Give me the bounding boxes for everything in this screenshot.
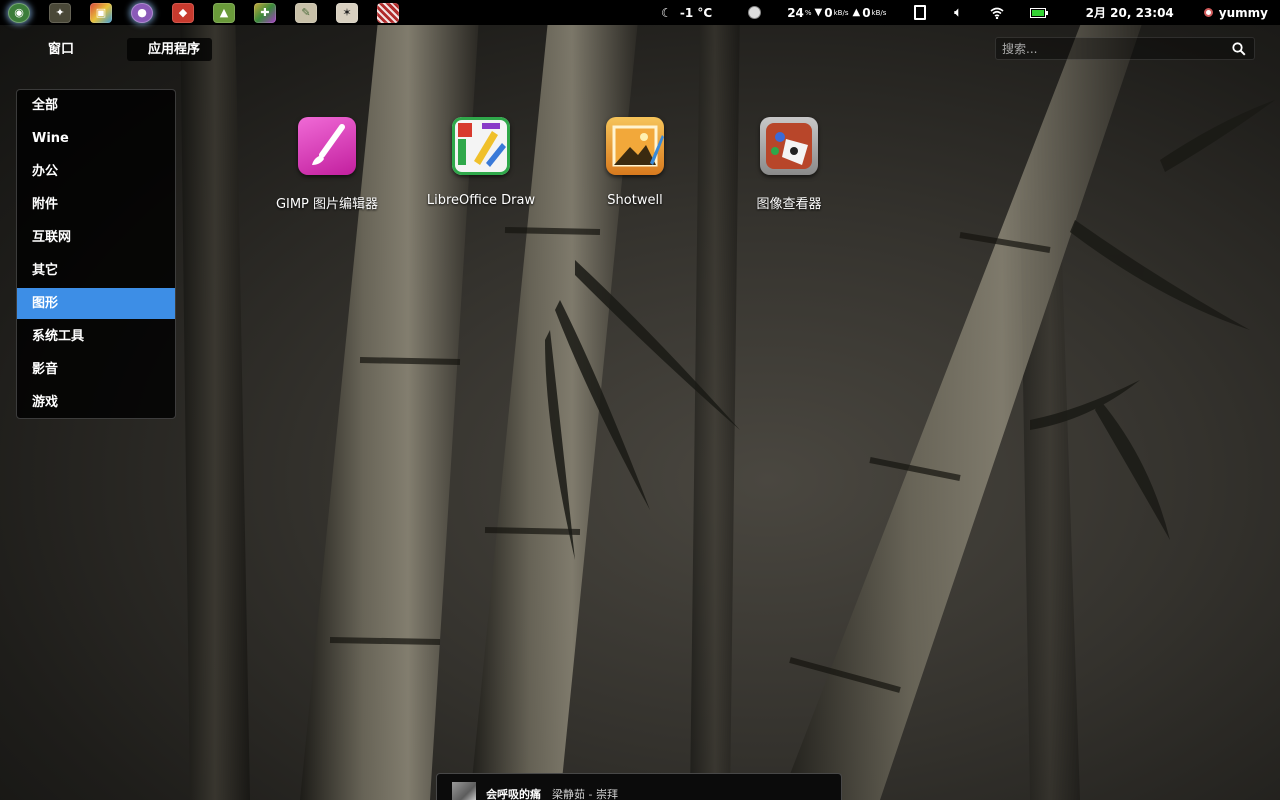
pinwheel-icon[interactable]: ✚ — [254, 2, 276, 23]
song-title: 会呼吸的痛 — [486, 788, 541, 800]
app-label: GIMP 图片编辑器 — [275, 197, 379, 212]
top-panel: ◉ ✦ ▣ ● ◆ ▲ ✚ ✎ ✶ ☾ -1 °C 24% ▼ 0 kB/s ▲ … — [0, 0, 1280, 25]
category-wine[interactable]: Wine — [17, 123, 175, 154]
app-grid: GIMP 图片编辑器 LibreOffice Draw Shotwell 图像查… — [250, 117, 866, 217]
view-selector: 窗口 应用程序 — [38, 38, 213, 61]
battery-icon[interactable] — [1029, 7, 1048, 18]
category-office[interactable]: 办公 — [17, 156, 175, 187]
download-arrow-icon: ▼ — [814, 7, 823, 18]
search-icon[interactable] — [1232, 41, 1246, 56]
cpu-percent: 24 — [787, 5, 804, 20]
angry-birds-icon[interactable]: ◆ — [172, 2, 194, 23]
category-system-tools[interactable]: 系统工具 — [17, 321, 175, 352]
status-area: ☾ -1 °C 24% ▼ 0 kB/s ▲ 0 kB/s 🔈︎ 2月 20, 23… — [661, 0, 1280, 25]
app-gimp[interactable]: GIMP 图片编辑器 — [250, 117, 404, 217]
app-libreoffice-draw[interactable]: LibreOffice Draw — [404, 117, 558, 217]
zebra-icon[interactable] — [377, 2, 399, 23]
image-viewer-icon — [760, 117, 818, 175]
clock[interactable]: 2月 20, 23:04 — [1086, 4, 1174, 21]
category-accessories[interactable]: 附件 — [17, 189, 175, 220]
search-input[interactable] — [995, 40, 1229, 57]
upload-speed-unit: kB/s — [871, 8, 887, 17]
cpu-indicator[interactable] — [748, 6, 762, 19]
gimp-brush-icon — [298, 117, 356, 175]
moon-icon: ☾ — [661, 5, 672, 20]
tab-applications[interactable]: 应用程序 — [127, 38, 213, 61]
category-all[interactable]: 全部 — [17, 90, 175, 121]
search-box — [995, 37, 1255, 60]
wifi-icon[interactable] — [990, 7, 1004, 19]
network-speed-indicator[interactable]: 24% ▼ 0 kB/s ▲ 0 kB/s — [787, 6, 886, 20]
tab-windows[interactable]: 窗口 — [38, 38, 84, 61]
category-list: 全部 Wine 办公 附件 互联网 其它 图形 系统工具 影音 游戏 — [16, 89, 176, 419]
scanner-icon[interactable]: ✦ — [49, 2, 71, 23]
launcher-dock: ◉ ✦ ▣ ● ◆ ▲ ✚ ✎ ✶ — [0, 0, 418, 25]
category-other[interactable]: 其它 — [17, 255, 175, 286]
category-games[interactable]: 游戏 — [17, 387, 175, 418]
clipboard-icon[interactable] — [914, 5, 927, 20]
script-icon[interactable]: ✎ — [295, 2, 317, 23]
app-shotwell[interactable]: Shotwell — [558, 117, 712, 217]
song-artist-album: 梁静茹 - 崇拜 — [552, 788, 618, 800]
user-avatar-icon — [1203, 8, 1213, 17]
music-notification[interactable]: 会呼吸的痛 梁静茹 - 崇拜 — [436, 773, 842, 800]
upload-speed: 0 — [862, 5, 871, 20]
category-graphics[interactable]: 图形 — [17, 288, 175, 319]
martial-arts-game-icon[interactable]: ✶ — [336, 2, 358, 23]
app-image-viewer[interactable]: 图像查看器 — [712, 117, 866, 217]
android-tool-icon[interactable]: ▲ — [213, 2, 235, 23]
weather-indicator[interactable]: ☾ -1 °C — [661, 6, 712, 20]
cpu-gauge-icon — [748, 6, 762, 19]
app-label: 图像查看器 — [756, 197, 822, 212]
category-multimedia[interactable]: 影音 — [17, 354, 175, 385]
download-speed-unit: kB/s — [833, 8, 849, 17]
album-art — [452, 782, 476, 800]
weather-temperature: -1 °C — [679, 5, 713, 20]
deepin-logo-icon[interactable]: ◉ — [8, 2, 30, 23]
volume-icon[interactable]: 🔈︎ — [954, 5, 961, 20]
download-speed: 0 — [824, 5, 833, 20]
app-label: LibreOffice Draw — [426, 193, 536, 208]
user-menu[interactable]: yummy — [1203, 5, 1268, 20]
category-internet[interactable]: 互联网 — [17, 222, 175, 253]
app-label: Shotwell — [607, 193, 663, 208]
cpu-percent-unit: % — [804, 8, 812, 17]
chat-bubble-icon[interactable]: ● — [131, 2, 153, 23]
username: yummy — [1218, 5, 1268, 20]
libreoffice-draw-icon — [452, 117, 510, 175]
photo-tool-icon[interactable]: ▣ — [90, 2, 112, 23]
upload-arrow-icon: ▲ — [852, 7, 861, 18]
shotwell-photo-icon — [606, 117, 664, 175]
